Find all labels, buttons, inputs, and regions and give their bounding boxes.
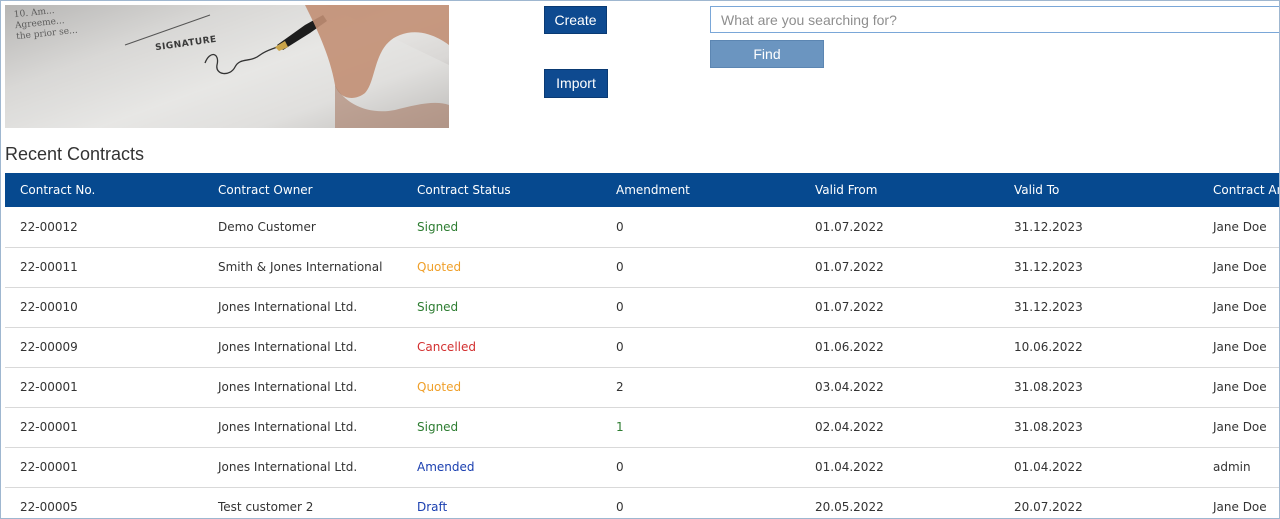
contract-no-cell: 22-00001 [20, 420, 78, 434]
contracts-table: Contract No. Contract Owner Contract Sta… [5, 173, 1279, 518]
column-header-contract-owner[interactable]: Contract Owner [203, 173, 402, 207]
contract-no-cell: 22-00012 [20, 219, 78, 234]
contract-analyst-cell: Jane Doe [1213, 340, 1267, 354]
contract-owner-cell: Jones International Ltd. [218, 300, 358, 314]
contract-status-cell: Signed [417, 300, 459, 314]
contract-owner-cell: Jones International Ltd. [218, 380, 358, 394]
column-header-valid-from[interactable]: Valid From [800, 173, 999, 207]
valid-from-cell: 01.07.2022 [815, 300, 884, 314]
valid-to-cell: 31.12.2023 [1014, 219, 1083, 234]
valid-from-cell: 01.07.2022 [815, 260, 884, 274]
contract-analyst-cell: Jane Doe [1213, 300, 1267, 314]
column-header-amendment[interactable]: Amendment [601, 173, 800, 207]
valid-from-cell: 03.04.2022 [815, 380, 884, 394]
valid-from-cell: 01.06.2022 [815, 340, 884, 354]
amendment-cell: 0 [616, 219, 624, 234]
contract-owner-cell: Jones International Ltd. [218, 420, 358, 434]
contract-owner-cell: Jones International Ltd. [218, 340, 358, 354]
valid-to-cell: 31.08.2023 [1014, 420, 1083, 434]
contract-analyst-cell: Jane Doe [1213, 260, 1267, 274]
column-header-contract-analyst[interactable]: Contract Analyst [1198, 173, 1279, 207]
hero-document-text: 10. Am... Agreeme... the prior se... [13, 6, 79, 43]
contract-analyst-cell: Jane Doe [1213, 380, 1267, 394]
valid-from-cell: 01.07.2022 [815, 219, 884, 234]
valid-to-cell: 31.12.2023 [1014, 300, 1083, 314]
contract-analyst-cell: Jane Doe [1213, 219, 1267, 234]
valid-to-cell: 20.07.2022 [1014, 500, 1083, 514]
amendment-cell: 2 [616, 380, 624, 394]
contract-no-cell: 22-00001 [20, 460, 78, 474]
contract-no-cell: 22-00010 [20, 300, 78, 314]
valid-from-cell: 02.04.2022 [815, 420, 884, 434]
column-header-contract-no[interactable]: Contract No. [5, 173, 203, 207]
contracts-table-container: Contract No. Contract Owner Contract Sta… [5, 173, 1279, 518]
contract-status-cell: Cancelled [417, 340, 476, 354]
contract-no-cell: 22-00009 [20, 340, 78, 354]
contract-no-cell: 22-00011 [20, 260, 78, 274]
table-row[interactable]: 22-00001 Jones International Ltd. Quoted 2 0… [5, 367, 1279, 407]
table-row[interactable]: 22-00010 Jones International Ltd. Signed 0 0… [5, 287, 1279, 327]
table-header-row: Contract No. Contract Owner Contract Sta… [5, 173, 1279, 207]
amendment-cell: 0 [616, 460, 624, 474]
import-button[interactable]: Import [544, 69, 608, 98]
contract-status-cell: Signed [417, 219, 459, 234]
table-row[interactable]: 22-00001 Jones International Ltd. Signed 1 0… [5, 407, 1279, 447]
contract-analyst-cell: Jane Doe [1213, 500, 1267, 514]
amendment-cell: 0 [616, 500, 624, 514]
contract-status-cell: Amended [417, 460, 475, 474]
contract-analyst-cell: admin [1213, 460, 1251, 474]
contract-status-cell: Quoted [417, 380, 462, 394]
valid-to-cell: 31.08.2023 [1014, 380, 1083, 394]
table-row[interactable]: 22-00012 Demo Customer Signed 0 01.07.2022 31… [5, 207, 1279, 247]
amendment-cell: 0 [616, 260, 624, 274]
column-header-contract-status[interactable]: Contract Status [402, 173, 601, 207]
search-input[interactable] [710, 6, 1279, 33]
contract-status-cell: Quoted [417, 260, 462, 274]
recent-contracts-title: Recent Contracts [5, 144, 145, 164]
valid-to-cell: 01.04.2022 [1014, 460, 1083, 474]
table-row[interactable]: 22-00011 Smith & Jones International Quote… [5, 247, 1279, 287]
contract-analyst-cell: Jane Doe [1213, 420, 1267, 434]
find-button[interactable]: Find [710, 40, 824, 68]
table-row[interactable]: 22-00005 Test customer 2 Draft 0 20.05.2022 2… [5, 487, 1279, 518]
contract-owner-cell: Jones International Ltd. [218, 460, 358, 474]
contracts-table-body: 22-00012 Demo Customer Signed 0 01.07.2022 31… [5, 207, 1279, 518]
amendment-cell: 0 [616, 300, 624, 314]
amendment-cell: 1 [616, 420, 624, 434]
amendment-cell: 0 [616, 340, 624, 354]
hero-image-contract-signing: 10. Am... Agreeme... the prior se... SIG… [5, 5, 449, 128]
contract-owner-cell: Smith & Jones International [218, 260, 383, 274]
table-row[interactable]: 22-00001 Jones International Ltd. Amended 0… [5, 447, 1279, 487]
valid-from-cell: 01.04.2022 [815, 460, 884, 474]
column-header-valid-to[interactable]: Valid To [999, 173, 1198, 207]
contract-status-cell: Draft [417, 500, 448, 514]
contract-no-cell: 22-00001 [20, 380, 78, 394]
valid-to-cell: 31.12.2023 [1014, 260, 1083, 274]
contract-status-cell: Signed [417, 420, 459, 434]
app-frame: 10. Am... Agreeme... the prior se... SIG… [0, 0, 1280, 519]
contract-no-cell: 22-00005 [20, 500, 78, 514]
contract-owner-cell: Test customer 2 [218, 500, 314, 514]
create-button[interactable]: Create [544, 6, 607, 34]
table-row[interactable]: 22-00009 Jones International Ltd. Cancelle… [5, 327, 1279, 367]
valid-to-cell: 10.06.2022 [1014, 340, 1083, 354]
valid-from-cell: 20.05.2022 [815, 500, 884, 514]
contract-owner-cell: Demo Customer [218, 219, 316, 234]
